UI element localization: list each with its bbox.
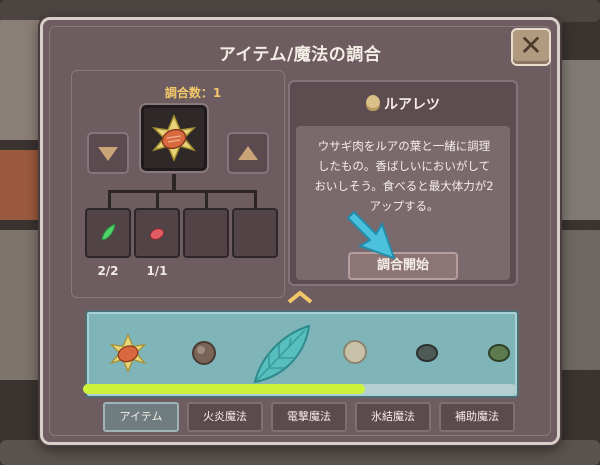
ingredient-slot[interactable] — [134, 208, 180, 258]
triangle-up-icon — [238, 146, 258, 160]
tab-support-magic[interactable]: 補助魔法 — [439, 402, 515, 432]
close-button[interactable]: ✕ — [511, 28, 551, 66]
tab-lightning-magic[interactable]: 電撃魔法 — [271, 402, 347, 432]
recipe-connector — [108, 190, 256, 193]
increase-count-button[interactable] — [227, 132, 269, 174]
tutorial-pointer-arrow-icon — [346, 210, 396, 260]
green-leaf-icon — [101, 223, 116, 241]
ingredient-slot[interactable] — [232, 208, 278, 258]
green-ore-icon[interactable] — [487, 342, 511, 364]
inventory-scrollbar[interactable] — [83, 384, 517, 394]
recipe-connector — [205, 190, 208, 208]
ingredient-count: 1/1 — [146, 264, 168, 278]
background-crate — [0, 150, 44, 220]
item-name: ルアレツ — [384, 97, 440, 113]
item-name-row: ルアレツ — [290, 94, 516, 114]
tab-ice-magic[interactable]: 氷結魔法 — [355, 402, 431, 432]
recipe-connector — [108, 190, 111, 208]
ruaretsu-dish-icon[interactable] — [103, 328, 153, 378]
category-tabs: アイテム 火炎魔法 電撃魔法 氷結魔法 補助魔法 — [95, 402, 515, 434]
result-slot — [139, 103, 209, 173]
recipe-connector — [254, 190, 257, 208]
dark-ore-icon[interactable] — [415, 342, 439, 364]
decrease-count-button[interactable] — [87, 132, 129, 174]
expand-chevron-icon[interactable] — [287, 290, 313, 304]
description-box: ウサギ肉をルアの葉と一緒に調理 したもの。香ばしいにおいがして おいしそう。食べ… — [296, 126, 510, 280]
scrollbar-thumb[interactable] — [83, 384, 366, 394]
background-rock — [0, 230, 45, 380]
red-meat-icon — [149, 228, 165, 240]
brown-nut-icon[interactable] — [189, 338, 219, 368]
dialog-title: アイテム/魔法の調合 — [218, 45, 382, 65]
ingredient-slot[interactable] — [85, 208, 131, 258]
tab-item[interactable]: アイテム — [103, 402, 179, 432]
tab-fire-magic[interactable]: 火炎魔法 — [187, 402, 263, 432]
ruaretsu-dish-icon — [151, 114, 197, 162]
teal-leaf-icon[interactable] — [247, 320, 317, 390]
crafting-dialog: アイテム/魔法の調合 ✕ 調合数：1 2/2 1/1 ルアレツ ウサギ肉をルアの… — [40, 17, 560, 445]
recipe-connector — [156, 190, 159, 208]
triangle-down-icon — [98, 147, 118, 161]
ingredient-slot[interactable] — [183, 208, 229, 258]
ingredient-count: 2/2 — [97, 264, 119, 278]
craft-count-label: 調合数：1 — [164, 86, 222, 100]
item-info-panel: ルアレツ ウサギ肉をルアの葉と一緒に調理 したもの。香ばしいにおいがして おいし… — [288, 80, 518, 286]
pale-stone-icon[interactable] — [341, 338, 369, 366]
pouch-icon — [366, 95, 380, 111]
